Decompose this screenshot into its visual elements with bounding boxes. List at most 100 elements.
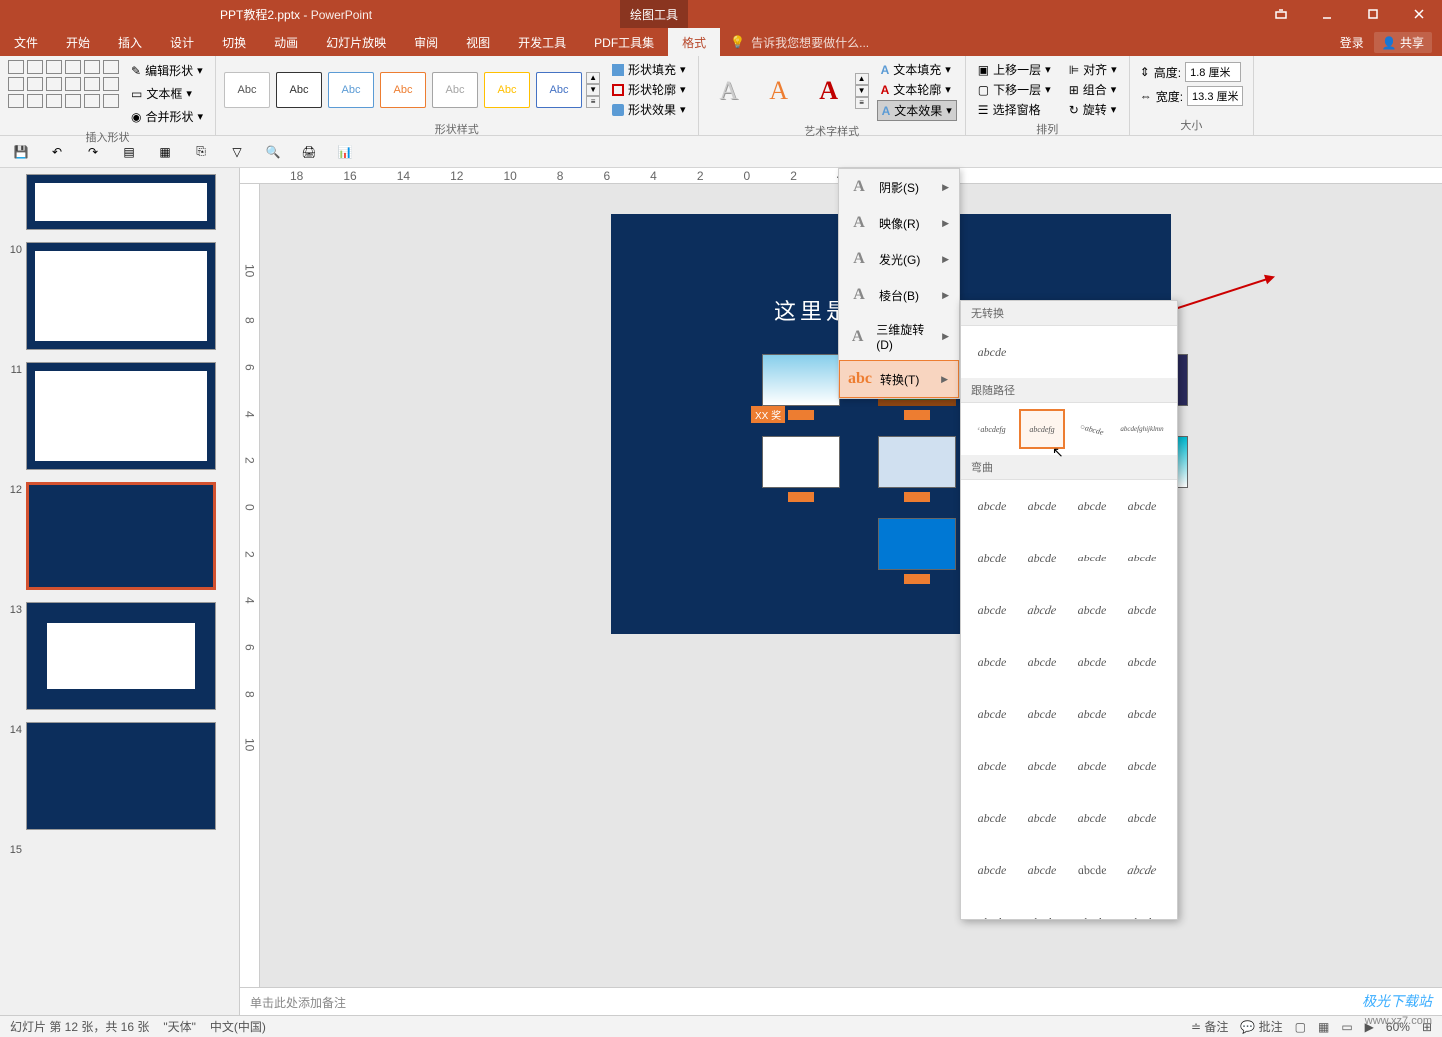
warp-8-3[interactable]: abcde bbox=[1065, 850, 1120, 890]
warp-9-1[interactable]: abcde bbox=[969, 902, 1015, 920]
warp-2-3[interactable]: abcde bbox=[1069, 544, 1115, 572]
language-indicator[interactable]: 中文(中国) bbox=[210, 1018, 266, 1035]
transform-path-2[interactable]: abcdefg bbox=[1019, 409, 1065, 449]
style-gallery-nav[interactable]: ▲▼≡ bbox=[586, 72, 600, 108]
warp-7-3[interactable]: abcde bbox=[1069, 798, 1115, 838]
warp-4-4[interactable]: abcde bbox=[1119, 642, 1165, 682]
width-input[interactable] bbox=[1187, 86, 1243, 106]
warp-6-2[interactable]: abcde bbox=[1019, 746, 1065, 786]
menu-3d-rotation[interactable]: A三维旋转(D)▶ bbox=[839, 313, 959, 360]
menu-transform[interactable]: abc转换(T)▶ bbox=[839, 360, 959, 398]
shape-style-2[interactable]: Abc bbox=[276, 72, 322, 108]
warp-3-3[interactable]: abcde bbox=[1069, 590, 1115, 630]
comments-toggle[interactable]: 💬 批注 bbox=[1240, 1018, 1282, 1035]
text-fill-button[interactable]: A文本填充 ▾ bbox=[877, 60, 957, 79]
tab-insert[interactable]: 插入 bbox=[104, 28, 156, 56]
height-input[interactable] bbox=[1185, 62, 1241, 82]
warp-5-2[interactable]: abcde bbox=[1019, 694, 1065, 734]
qat-btn-7[interactable]: ▽ bbox=[228, 143, 246, 161]
grid-img-1[interactable] bbox=[762, 354, 840, 406]
warp-1-2[interactable]: abcde bbox=[1019, 486, 1065, 526]
warp-4-1[interactable]: abcde bbox=[969, 642, 1015, 682]
notes-toggle[interactable]: ≐ 备注 bbox=[1191, 1018, 1228, 1035]
tab-view[interactable]: 视图 bbox=[452, 28, 504, 56]
warp-2-1[interactable]: abcde bbox=[969, 538, 1015, 578]
menu-reflection[interactable]: A映像(R)▶ bbox=[839, 205, 959, 241]
wordart-style-2[interactable]: A bbox=[757, 73, 801, 109]
bring-forward-button[interactable]: ▣上移一层 ▾ bbox=[974, 60, 1055, 79]
wordart-style-3[interactable]: A bbox=[807, 73, 851, 109]
shape-fill-button[interactable]: 形状填充 ▾ bbox=[608, 60, 690, 79]
tab-format[interactable]: 格式 bbox=[668, 28, 720, 56]
transform-none[interactable]: abcde bbox=[969, 332, 1015, 372]
tab-transitions[interactable]: 切换 bbox=[208, 28, 260, 56]
warp-6-1[interactable]: abcde bbox=[969, 746, 1015, 786]
grid-img-6[interactable] bbox=[878, 436, 956, 488]
wordart-gallery[interactable]: A A A bbox=[707, 73, 851, 109]
warp-3-1[interactable]: abcde bbox=[969, 590, 1015, 630]
warp-8-2[interactable]: abcde bbox=[1019, 850, 1065, 890]
warp-7-1[interactable]: abcde bbox=[969, 798, 1015, 838]
view-normal-button[interactable]: ▢ bbox=[1295, 1020, 1306, 1034]
group-button[interactable]: ⊞组合 ▾ bbox=[1065, 80, 1121, 99]
warp-9-4[interactable]: abcde bbox=[1119, 902, 1165, 920]
slide-thumb-13[interactable] bbox=[26, 602, 216, 710]
shapes-gallery[interactable] bbox=[8, 60, 121, 127]
tab-home[interactable]: 开始 bbox=[52, 28, 104, 56]
warp-1-4[interactable]: abcde bbox=[1119, 486, 1165, 526]
tab-design[interactable]: 设计 bbox=[156, 28, 208, 56]
warp-1-1[interactable]: abcde bbox=[969, 486, 1015, 526]
textbox-button[interactable]: ▭文本框 ▾ bbox=[127, 83, 207, 104]
view-sorter-button[interactable]: ▦ bbox=[1318, 1020, 1329, 1034]
warp-5-1[interactable]: abcde bbox=[969, 694, 1015, 734]
wordart-style-1[interactable]: A bbox=[707, 73, 751, 109]
rotate-button[interactable]: ↻旋转 ▾ bbox=[1065, 100, 1121, 119]
shape-styles-gallery[interactable]: Abc Abc Abc Abc Abc Abc Abc bbox=[224, 72, 582, 108]
close-button[interactable] bbox=[1396, 0, 1442, 28]
shape-style-1[interactable]: Abc bbox=[224, 72, 270, 108]
shape-style-4[interactable]: Abc bbox=[380, 72, 426, 108]
menu-shadow[interactable]: A阴影(S)▶ bbox=[839, 169, 959, 205]
selection-pane-button[interactable]: ☰选择窗格 bbox=[974, 100, 1055, 119]
shape-style-5[interactable]: Abc bbox=[432, 72, 478, 108]
merge-shapes-button[interactable]: ◉合并形状 ▾ bbox=[127, 106, 207, 127]
tab-file[interactable]: 文件 bbox=[0, 28, 52, 56]
warp-5-3[interactable]: abcde bbox=[1069, 694, 1115, 734]
slide-thumb-11[interactable] bbox=[26, 362, 216, 470]
grid-img-9[interactable] bbox=[878, 518, 956, 570]
login-button[interactable]: 登录 bbox=[1340, 34, 1364, 51]
warp-8-1[interactable]: abcde bbox=[969, 850, 1015, 890]
warp-3-4[interactable]: abcde bbox=[1119, 590, 1165, 630]
warp-2-2[interactable]: abcde bbox=[1019, 538, 1065, 578]
slide-thumb-9[interactable] bbox=[26, 174, 216, 230]
menu-glow[interactable]: A发光(G)▶ bbox=[839, 241, 959, 277]
warp-2-4[interactable]: abcde bbox=[1119, 544, 1165, 572]
warp-9-2[interactable]: abcde bbox=[1019, 902, 1065, 920]
tell-me-search[interactable]: 💡 告诉我您想要做什么... bbox=[730, 34, 869, 51]
transform-path-4[interactable]: abcdefghijklmn bbox=[1119, 409, 1165, 449]
minimize-button[interactable] bbox=[1304, 0, 1350, 28]
warp-9-3[interactable]: abcde bbox=[1069, 902, 1115, 920]
slide-thumb-12[interactable] bbox=[26, 482, 216, 590]
maximize-button[interactable] bbox=[1350, 0, 1396, 28]
transform-path-1[interactable]: ͨ abcdefg bbox=[969, 409, 1015, 449]
transform-path-3[interactable]: ○abcde bbox=[1065, 404, 1120, 455]
qat-btn-8[interactable]: 🔍 bbox=[264, 143, 282, 161]
warp-7-4[interactable]: abcde bbox=[1119, 798, 1165, 838]
slide-panel[interactable]: 10 11 12 13 14 15 bbox=[0, 168, 240, 1017]
slide-thumb-10[interactable] bbox=[26, 242, 216, 350]
menu-bevel[interactable]: A棱台(B)▶ bbox=[839, 277, 959, 313]
grid-img-5[interactable] bbox=[762, 436, 840, 488]
qat-btn-10[interactable]: 📊 bbox=[336, 143, 354, 161]
view-reading-button[interactable]: ▭ bbox=[1341, 1020, 1352, 1034]
tab-developer[interactable]: 开发工具 bbox=[504, 28, 580, 56]
tab-slideshow[interactable]: 幻灯片放映 bbox=[312, 28, 400, 56]
shape-effects-button[interactable]: 形状效果 ▾ bbox=[608, 100, 690, 119]
slide-thumb-14[interactable] bbox=[26, 722, 216, 830]
warp-6-4[interactable]: abcde bbox=[1119, 746, 1165, 786]
qat-btn-9[interactable]: 🖨 bbox=[300, 143, 318, 161]
warp-4-3[interactable]: abcde bbox=[1069, 642, 1115, 682]
share-button[interactable]: 👤 共享 bbox=[1374, 32, 1432, 53]
shape-style-7[interactable]: Abc bbox=[536, 72, 582, 108]
tab-review[interactable]: 审阅 bbox=[400, 28, 452, 56]
